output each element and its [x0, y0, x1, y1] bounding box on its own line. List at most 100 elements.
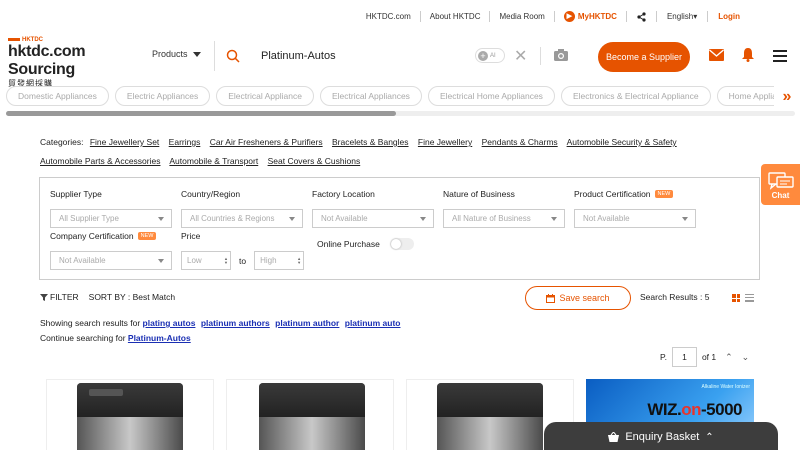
country-filter: Country/Region All Countries & Regions [181, 188, 303, 228]
clear-search-icon[interactable]: ✕ [514, 46, 527, 66]
product-card[interactable] [46, 379, 214, 450]
nature-of-business-select[interactable]: All Nature of Business [443, 209, 565, 228]
stepper-icon[interactable]: ▲ ▼ [224, 256, 228, 265]
save-search-button[interactable]: Save search [525, 286, 631, 310]
hktdc-link[interactable]: HKTDC.com [357, 11, 421, 22]
about-hktdc-link[interactable]: About HKTDC [421, 11, 491, 22]
chip-electric-appliances[interactable]: Electric Appliances [114, 86, 211, 106]
supplier-type-select[interactable]: All Supplier Type [50, 209, 172, 228]
company-certification-select[interactable]: Not Available [50, 251, 172, 270]
suggestion-link[interactable]: platinum authors [201, 318, 270, 328]
category-link[interactable]: Bracelets & Bangles [332, 137, 409, 147]
filter-label: Country/Region [181, 189, 241, 199]
chevron-down-icon [158, 258, 164, 263]
scrollbar-thumb[interactable] [6, 111, 396, 116]
chip-electrical-home-appliances[interactable]: Electrical Home Appliances [427, 86, 555, 106]
products-dropdown[interactable]: Products [152, 49, 201, 59]
mail-icon[interactable] [709, 49, 724, 61]
factory-location-select[interactable]: Not Available [312, 209, 434, 228]
category-link[interactable]: Automobile Security & Safety [567, 137, 677, 147]
category-link[interactable]: Pendants & Charms [482, 137, 558, 147]
chevron-down-icon [192, 51, 201, 57]
page-input[interactable]: 1 [671, 347, 697, 367]
brand-number: -5000 [701, 400, 742, 419]
chip-electrical-appliance[interactable]: Electrical Appliance [216, 86, 314, 106]
online-purchase-toggle[interactable] [389, 238, 414, 250]
brand-main: WIZ. [647, 400, 682, 419]
continue-search-link[interactable]: Platinum-Autos [128, 333, 191, 343]
search-input[interactable]: Platinum-Autos [261, 50, 336, 62]
become-supplier-button[interactable]: Become a Supplier [598, 42, 690, 72]
price-high-input[interactable]: High ▲ ▼ [254, 251, 305, 270]
divider [540, 47, 541, 65]
search-icon[interactable] [226, 49, 240, 63]
grid-view-icon[interactable] [732, 294, 740, 302]
chat-button[interactable]: Chat [761, 164, 800, 205]
filter-label: Supplier Type [50, 189, 102, 199]
chips-scrollbar[interactable] [6, 111, 795, 116]
product-card[interactable] [226, 379, 394, 450]
login-link[interactable]: Login [708, 12, 740, 21]
chevron-right-icon[interactable]: » [774, 86, 800, 108]
continue-row: Continue searching for Platinum-Autos [40, 331, 403, 346]
category-link[interactable]: Automobile Parts & Accessories [40, 156, 160, 166]
nature-of-business-filter: Nature of Business All Nature of Busines… [443, 188, 565, 228]
chevron-up-icon[interactable]: ⌃ [725, 352, 733, 363]
price-range: Low ▲ ▼ to High ▲ ▼ [181, 251, 305, 270]
category-link[interactable]: Automobile & Transport [169, 156, 258, 166]
camera-icon[interactable] [553, 48, 569, 62]
select-value: All Nature of Business [452, 214, 531, 223]
products-label: Products [152, 49, 188, 59]
filter-label: Company Certification [50, 231, 134, 241]
enquiry-basket-button[interactable]: Enquiry Basket ⌃ [544, 422, 778, 450]
bell-icon[interactable] [741, 47, 755, 62]
chip-electronics-electrical-appliance[interactable]: Electronics & Electrical Appliance [560, 86, 711, 106]
page-total: of 1 [701, 352, 717, 362]
sort-dropdown[interactable]: SORT BY : Best Match [89, 292, 175, 302]
input-placeholder: Low [187, 256, 202, 265]
stepper-icon[interactable]: ▲ ▼ [297, 256, 301, 265]
plus-icon: + [478, 50, 488, 61]
chevron-down-icon [682, 216, 688, 221]
country-select[interactable]: All Countries & Regions [181, 209, 303, 228]
showing-row: Showing search results for plating autos… [40, 316, 403, 331]
ai-search-toggle[interactable]: + AI [475, 48, 505, 63]
category-link[interactable]: Seat Covers & Cushions [268, 156, 361, 166]
suggestion-link[interactable]: platinum author [275, 318, 339, 328]
divider [214, 41, 215, 71]
price-to-label: to [239, 255, 247, 266]
suggestion-link[interactable]: plating autos [143, 318, 196, 328]
my-hktdc-link[interactable]: ▶ MyHKTDC [555, 11, 627, 22]
price-low-input[interactable]: Low ▲ ▼ [181, 251, 231, 270]
language-label: English [666, 12, 694, 21]
category-link[interactable]: Earrings [169, 137, 201, 147]
language-selector[interactable]: English▾ [657, 11, 709, 22]
product-certification-select[interactable]: Not Available [574, 209, 696, 228]
categories-label: Categories: [40, 137, 84, 147]
enquiry-basket-label: Enquiry Basket [625, 431, 700, 443]
category-links: Categories: Fine Jewellery Set Earrings … [40, 133, 700, 171]
save-search-label: Save search [559, 293, 610, 303]
list-view-icon[interactable] [745, 294, 754, 302]
filter-icon [40, 293, 48, 301]
promo-caption: Alkaline Water Ionizer [701, 384, 750, 390]
category-link[interactable]: Fine Jewellery Set [90, 137, 159, 147]
suggestion-link[interactable]: platinum auto [345, 318, 401, 328]
share-icon[interactable] [627, 11, 657, 22]
category-link[interactable]: Fine Jewellery [418, 137, 472, 147]
chip-domestic-appliances[interactable]: Domestic Appliances [6, 86, 109, 106]
filter-button[interactable]: FILTER [40, 292, 79, 302]
menu-icon[interactable] [773, 50, 787, 62]
media-room-link[interactable]: Media Room [490, 11, 555, 22]
chat-bubble-icon [767, 172, 794, 190]
chevron-down-icon[interactable]: ⌄ [742, 352, 750, 363]
sort-label: SORT BY : [88, 292, 131, 302]
category-chips: Domestic Appliances Electric Appliances … [0, 86, 800, 108]
new-badge: NEW [137, 232, 157, 240]
calendar-icon [546, 293, 556, 303]
filter-label: Factory Location [312, 189, 375, 199]
chip-electrical-appliances[interactable]: Electrical Appliances [319, 86, 422, 106]
category-link[interactable]: Car Air Fresheners & Purifiers [210, 137, 323, 147]
site-logo[interactable]: HKTDC hktdc.com Sourcing 貿發網採購 [8, 36, 138, 89]
showing-prefix: Showing search results for [40, 318, 141, 328]
